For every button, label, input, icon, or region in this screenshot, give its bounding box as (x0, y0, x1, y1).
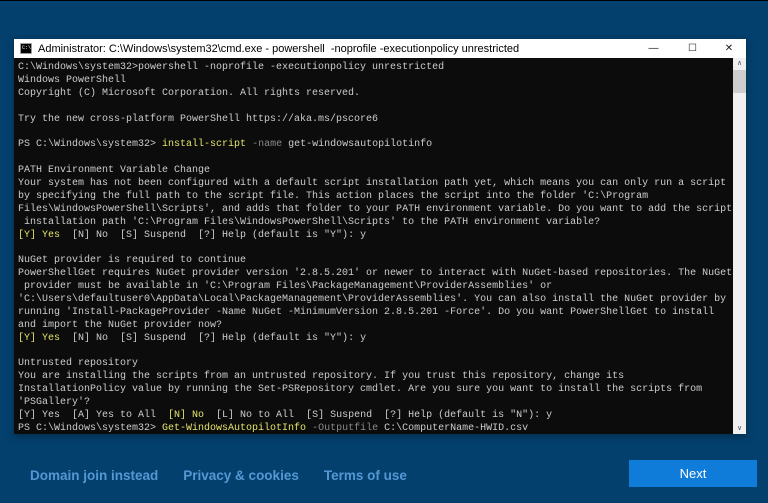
cmd-window-titlebar[interactable]: C:\ Administrator: C:\Windows\system32\c… (14, 39, 746, 58)
cmd-icon: C:\ (20, 43, 32, 54)
window-title: Administrator: C:\Windows\system32\cmd.e… (38, 42, 520, 55)
console-line: [Y] Yes [N] No [S] Suspend [?] Help (def… (18, 229, 367, 241)
console-output[interactable]: C:\Windows\system32>powershell -noprofil… (14, 58, 733, 434)
minimize-button[interactable]: — (634, 39, 673, 58)
console-line: 'C:\Users\defaultuser0\AppData\Local\Pac… (18, 294, 727, 306)
window-controls: — ☐ ✕ (634, 39, 746, 58)
console-line: NuGet provider is required to continue (18, 255, 247, 267)
footer: Domain join instead Privacy & cookies Te… (30, 468, 407, 483)
console-line: and import the NuGet provider now? (18, 319, 223, 331)
console-line: PS C:\Windows\system32> install-script -… (18, 139, 433, 151)
console-line: Copyright (C) Microsoft Corporation. All… (18, 87, 361, 99)
scroll-down-icon[interactable]: ∨ (733, 423, 746, 434)
console-line: 'PSGallery'? (18, 397, 91, 409)
privacy-cookies-link[interactable]: Privacy & cookies (183, 468, 299, 483)
console-line: C:\Windows\system32>powershell -noprofil… (18, 62, 445, 73)
oobe-background: C:\ Administrator: C:\Windows\system32\c… (0, 0, 768, 503)
console-line: provider must be available in 'C:\Progra… (18, 281, 553, 293)
scroll-up-icon[interactable]: ∧ (733, 58, 746, 69)
console-line: PATH Environment Variable Change (18, 165, 211, 177)
scrollbar-thumb[interactable] (733, 70, 746, 93)
console-line: by specifying the full path to the scrip… (18, 190, 649, 202)
console-line: PS C:\Windows\system32> Get-WindowsAutop… (18, 422, 529, 434)
console-line: running 'Install-PackageProvider -Name N… (18, 306, 715, 318)
console-line: Windows PowerShell (18, 74, 127, 86)
domain-join-link[interactable]: Domain join instead (30, 468, 158, 483)
console-area: C:\Windows\system32>powershell -noprofil… (14, 58, 746, 434)
console-line: Try the new cross-platform PowerShell ht… (18, 113, 379, 125)
console-line: PowerShellGet requires NuGet provider ve… (18, 268, 733, 280)
terms-of-use-link[interactable]: Terms of use (324, 468, 407, 483)
console-line: Files\WindowsPowerShell\Scripts', and ad… (18, 203, 733, 215)
console-line: InstallationPolicy value by running the … (18, 384, 703, 396)
close-button[interactable]: ✕ (712, 39, 746, 58)
cmd-window: C:\ Administrator: C:\Windows\system32\c… (14, 39, 746, 434)
console-line: Your system has not been configured with… (18, 178, 727, 190)
console-line: Untrusted repository (18, 358, 139, 370)
console-line: You are installing the scripts from an u… (18, 371, 625, 383)
maximize-button[interactable]: ☐ (673, 39, 712, 58)
console-line: [Y] Yes [A] Yes to All [N] No [L] No to … (18, 410, 553, 422)
console-line: [Y] Yes [N] No [S] Suspend [?] Help (def… (18, 332, 367, 344)
next-button[interactable]: Next (629, 460, 757, 487)
console-line: installation path 'C:\Program Files\Wind… (18, 216, 601, 228)
vertical-scrollbar[interactable]: ∧ ∨ (733, 58, 746, 434)
